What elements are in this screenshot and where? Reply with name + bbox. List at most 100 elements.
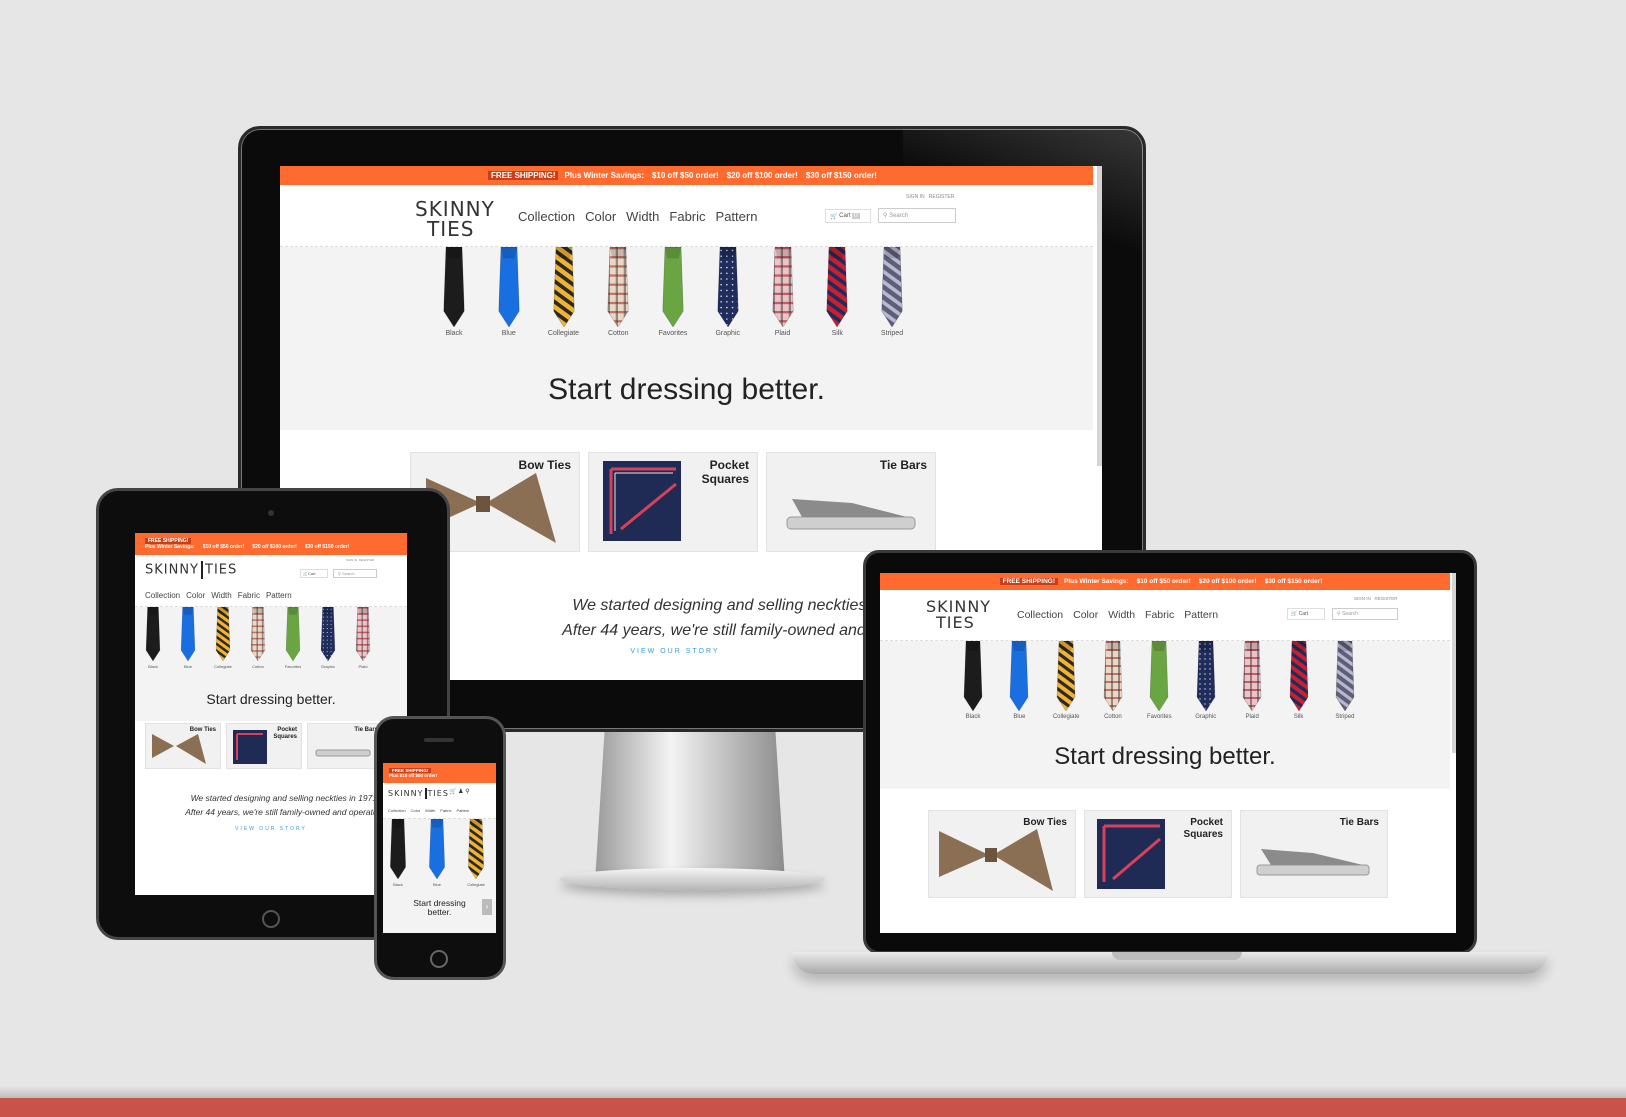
logo[interactable]: SKINNY TIES	[388, 788, 449, 799]
tie-label: Cotton	[252, 664, 264, 669]
nav-width[interactable]: Width	[425, 808, 435, 813]
search-input[interactable]: ⚲ Search	[1332, 608, 1398, 620]
nav-width[interactable]: Width	[211, 591, 231, 600]
tie-silk[interactable]: Silk	[821, 247, 853, 337]
tie-label: Graphic	[1195, 714, 1217, 720]
tie-collegiate[interactable]: Collegiate	[213, 607, 233, 669]
nav-collection[interactable]: Collection	[1017, 609, 1063, 621]
tablet-home-button[interactable]	[262, 910, 280, 928]
nav-fabric[interactable]: Fabric	[669, 209, 705, 224]
nav-collection[interactable]: Collection	[388, 808, 406, 813]
nav-fabric[interactable]: Fabric	[238, 591, 260, 600]
tie-black[interactable]: Black	[960, 641, 986, 720]
logo[interactable]: SKINNY TIES	[926, 599, 991, 631]
category-pocket-squares[interactable]: Pocket Squares	[588, 452, 758, 552]
nav-collection[interactable]: Collection	[145, 591, 180, 600]
promo-bar[interactable]: FREE SHIPPING! Plus Winter Savings: $10 …	[280, 166, 1093, 185]
tie-cotton[interactable]: Cotton	[248, 607, 268, 669]
cart-button[interactable]: 🛒 Cart	[1287, 608, 1325, 620]
nav-width[interactable]: Width	[1108, 609, 1135, 621]
category-pocket-squares[interactable]: Pocket Squares	[1084, 810, 1232, 898]
tie-plaid[interactable]: Plaid	[767, 247, 799, 337]
tie-collegiate[interactable]: Collegiate	[1053, 641, 1080, 720]
cart-button[interactable]: 🛒 Cart 0	[825, 209, 871, 223]
tie-bar-image	[1256, 849, 1370, 876]
nav-pattern[interactable]: Pattern	[457, 808, 470, 813]
scrollbar[interactable]	[1097, 166, 1102, 466]
register-link[interactable]: REGISTER	[929, 194, 955, 200]
category-bow-ties[interactable]: Bow Ties	[145, 723, 221, 769]
search-input[interactable]: ⚲ Search	[333, 569, 377, 578]
logo[interactable]: SKINNY TIES	[145, 561, 237, 579]
tie-blue[interactable]: Blue	[493, 247, 525, 337]
tie-graphic[interactable]: Graphic	[1193, 641, 1219, 720]
tie-blue[interactable]: Blue	[178, 607, 198, 669]
category-tie-bars[interactable]: Tie Bars	[307, 723, 383, 769]
nav-width[interactable]: Width	[626, 209, 659, 224]
promo-winter: Plus Winter Savings:	[1063, 578, 1129, 585]
tie-striped[interactable]: Striped	[876, 247, 908, 337]
scrollbar[interactable]	[1452, 573, 1456, 753]
nav-collection[interactable]: Collection	[518, 209, 575, 224]
tie-blue[interactable]: Blue	[1006, 641, 1032, 720]
account-links: SIGN IN REGISTER	[346, 558, 374, 562]
tie-favorites[interactable]: Favorites	[657, 247, 689, 337]
tie-black[interactable]: Black	[389, 819, 407, 887]
tie-cotton-image	[607, 247, 629, 327]
tie-favorites[interactable]: Favorites	[283, 607, 303, 669]
tie-plaid[interactable]: Plaid	[353, 607, 373, 669]
nav-color[interactable]: Color	[186, 591, 205, 600]
tie-graphic[interactable]: Graphic	[712, 247, 744, 337]
cart-button[interactable]: 🛒 Cart	[300, 569, 328, 578]
register-link[interactable]: REGISTER	[1375, 596, 1398, 601]
nav-fabric[interactable]: Fabric	[440, 808, 451, 813]
tie-label: Black	[393, 882, 403, 887]
category-tie-bars[interactable]: Tie Bars	[1240, 810, 1388, 898]
nav-color[interactable]: Color	[411, 808, 421, 813]
laptop-screen: FREE SHIPPING! Plus Winter Savings: $10 …	[880, 573, 1456, 933]
tie-plaid[interactable]: Plaid	[1239, 641, 1265, 720]
tie-striped[interactable]: Striped	[1332, 641, 1358, 720]
register-link[interactable]: REGISTER	[359, 558, 374, 562]
search-input[interactable]: ⚲ Search	[878, 208, 956, 223]
sign-in-link[interactable]: SIGN IN	[1354, 596, 1371, 601]
logo[interactable]: SKINNY TIES	[415, 199, 495, 239]
tie-cotton[interactable]: Cotton	[602, 247, 634, 337]
cart-icon[interactable]: 🛒	[449, 789, 456, 795]
tie-graphic[interactable]: Graphic	[318, 607, 338, 669]
sign-in-link[interactable]: SIGN IN	[906, 194, 925, 200]
tie-favorites[interactable]: Favorites	[1146, 641, 1172, 720]
search-icon[interactable]: ⚲	[465, 789, 469, 795]
tie-blue[interactable]: Blue	[428, 819, 446, 887]
promo-bar[interactable]: FREE SHIPPING! Plus Winter Savings: $10 …	[880, 573, 1450, 590]
promo-bar[interactable]: FREE SHIPPING! Plus $10 off $50 order!	[383, 763, 496, 783]
nav-pattern[interactable]: Pattern	[266, 591, 292, 600]
phone-screen: FREE SHIPPING! Plus $10 off $50 order! S…	[383, 763, 496, 933]
nav-color[interactable]: Color	[1073, 609, 1098, 621]
tie-label: Collegiate	[467, 882, 485, 887]
tie-black[interactable]: Black	[143, 607, 163, 669]
tie-cotton[interactable]: Cotton	[1100, 641, 1126, 720]
user-icon[interactable]: ♟	[458, 789, 463, 795]
tie-black[interactable]: Black	[438, 247, 470, 337]
nav-color[interactable]: Color	[585, 209, 616, 224]
category-pocket-squares[interactable]: Pocket Squares	[226, 723, 302, 769]
logo-divider	[201, 561, 204, 579]
promo-bar[interactable]: FREE SHIPPING! Plus Winter Savings: $10 …	[135, 533, 407, 555]
tie-silk[interactable]: Silk	[1286, 641, 1312, 720]
category-bow-ties[interactable]: Bow Ties	[928, 810, 1076, 898]
tie-label: Blue	[432, 882, 441, 887]
nav-fabric[interactable]: Fabric	[1145, 609, 1174, 621]
nav-pattern[interactable]: Pattern	[716, 209, 758, 224]
phone-home-button[interactable]	[430, 950, 448, 968]
category-cards: Bow Ties Pocket Squares Tie Bars	[410, 452, 936, 552]
category-tie-bars[interactable]: Tie Bars	[766, 452, 936, 552]
tie-striped-image	[1335, 641, 1355, 711]
nav-pattern[interactable]: Pattern	[1184, 609, 1218, 621]
tie-collegiate[interactable]: Collegiate	[548, 247, 580, 337]
tie-collegiate[interactable]: Collegiate	[467, 819, 485, 887]
carousel-next-icon[interactable]: ›	[482, 899, 492, 915]
search-icon: ⚲	[338, 571, 341, 576]
sign-in-link[interactable]: SIGN IN	[346, 558, 357, 562]
view-story-link[interactable]: VIEW OUR STORY	[135, 826, 407, 832]
